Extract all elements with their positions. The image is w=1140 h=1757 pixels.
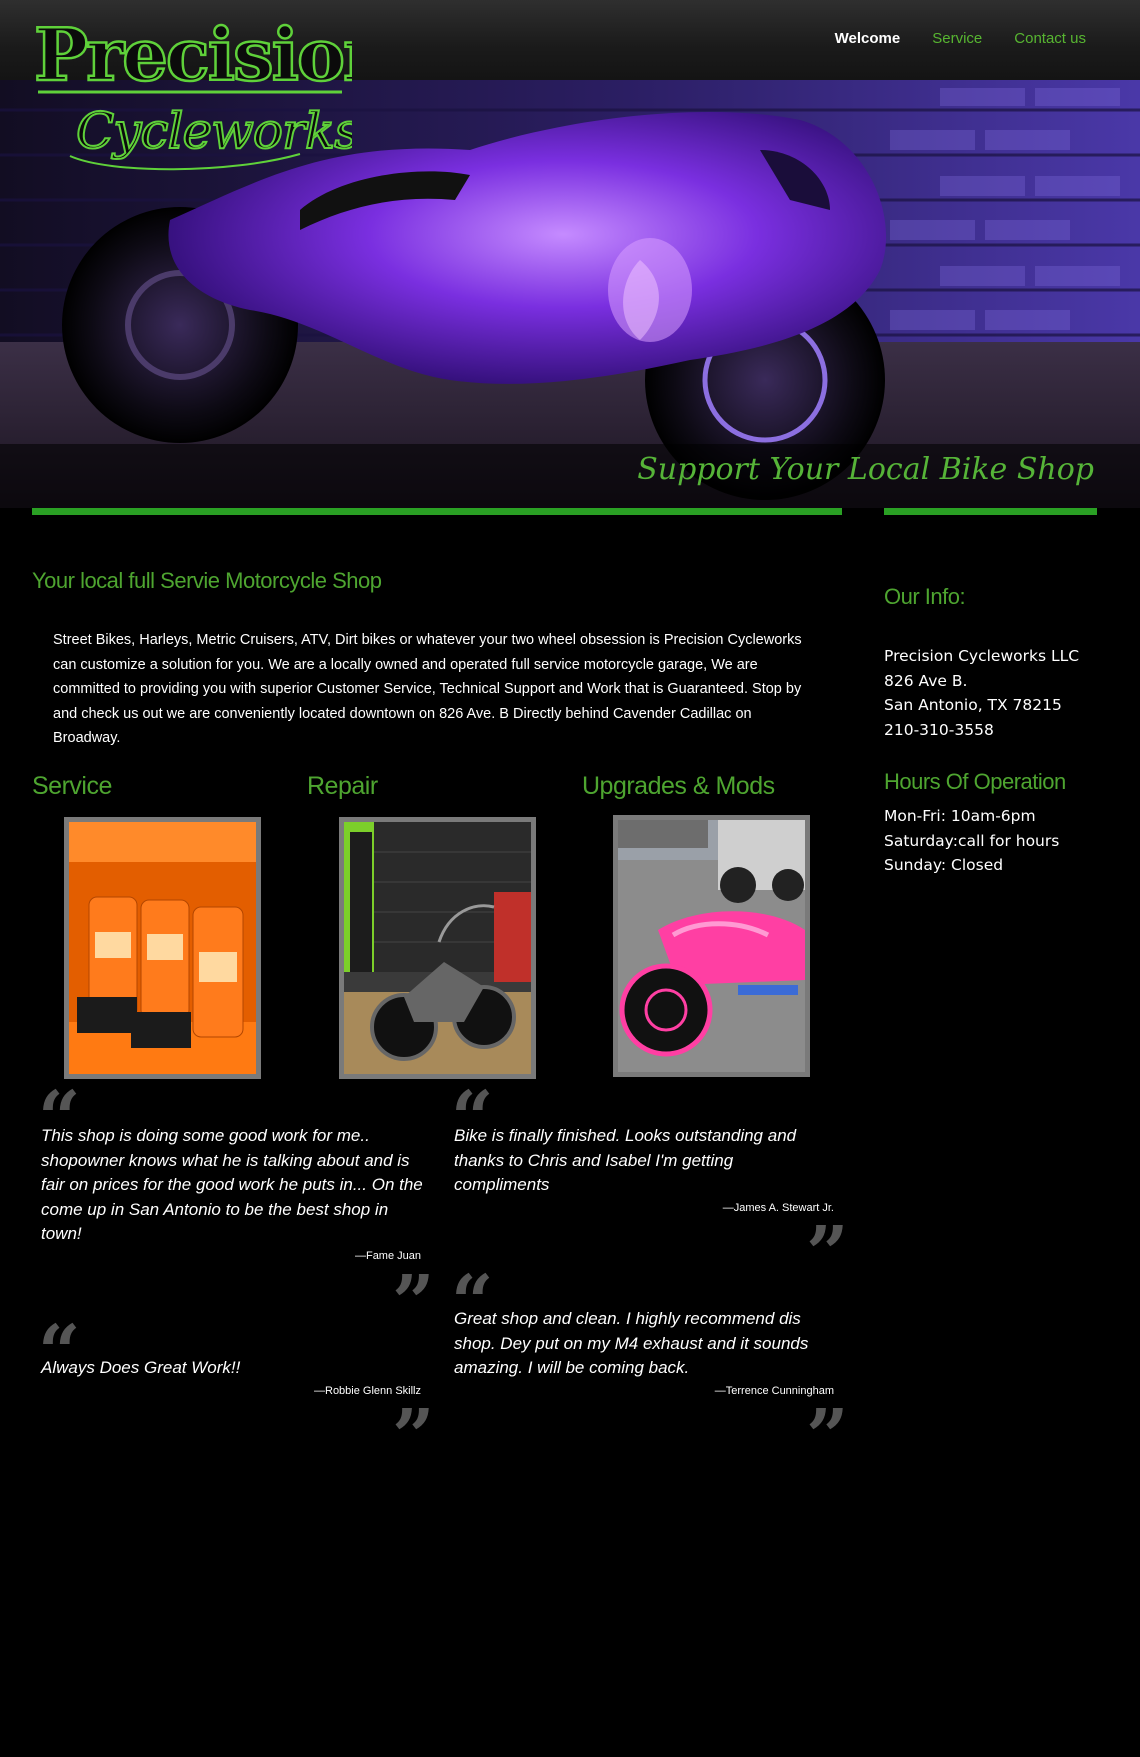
upgrades-photo[interactable] — [613, 815, 810, 1077]
svg-text:Precision: Precision — [34, 12, 352, 97]
testimonial-text: Always Does Great Work!! — [41, 1358, 241, 1377]
service-heading: Service — [32, 772, 112, 800]
hours-saturday: Saturday:call for hours — [884, 831, 1060, 850]
precision-cycleworks-logo[interactable]: Precision Cycleworks — [30, 6, 352, 181]
close-quote-icon: ” — [392, 1394, 435, 1480]
close-quote-icon: ” — [392, 1260, 435, 1346]
repair-heading: Repair — [307, 772, 378, 800]
testimonial-author: —Terrence Cunningham — [714, 1385, 834, 1397]
testimonial-text: Bike is finally finished. Looks outstand… — [454, 1126, 797, 1194]
contact-info: Precision Cycleworks LLC 826 Ave B. San … — [884, 644, 1079, 742]
main-nav: Welcome Service Contact us — [835, 30, 1086, 47]
close-quote-icon: ” — [806, 1394, 849, 1480]
hours-weekday: Mon-Fri: 10am-6pm — [884, 807, 1036, 825]
upgrades-mods-heading: Upgrades & Mods — [582, 772, 775, 800]
nav-service[interactable]: Service — [932, 30, 982, 47]
intro-paragraph: Street Bikes, Harleys, Metric Cruisers, … — [53, 632, 802, 746]
testimonial-author: —Robbie Glenn Skillz — [314, 1385, 421, 1397]
pink-motorcycle-image — [618, 820, 805, 1072]
street-address: 826 Ave B. — [884, 671, 968, 690]
business-name: Precision Cycleworks LLC — [884, 647, 1080, 665]
sidebar-divider-bar — [884, 507, 1097, 515]
service-photo[interactable] — [64, 817, 261, 1079]
hero-tagline: Support Your Local Bike Shop — [637, 452, 1094, 487]
content-divider-bar — [32, 507, 842, 515]
main-heading: Your local full Servie Motorcycle Shop — [32, 568, 382, 593]
phone-number[interactable]: 210-310-3558 — [884, 718, 1079, 743]
workshop-motorcycle-image — [344, 822, 531, 1074]
nav-contact-us[interactable]: Contact us — [1014, 30, 1086, 47]
testimonial-text: This shop is doing some good work for me… — [41, 1126, 423, 1243]
hours-list: Mon-Fri: 10am-6pm Saturday:call for hour… — [884, 804, 1059, 878]
oil-bottles-image — [69, 822, 256, 1074]
repair-photo[interactable] — [339, 817, 536, 1079]
svg-text:Cycleworks: Cycleworks — [76, 102, 352, 160]
hours-heading: Hours Of Operation — [884, 769, 1066, 794]
testimonial-text: Great shop and clean. I highly recommend… — [454, 1309, 809, 1377]
nav-welcome[interactable]: Welcome — [835, 30, 901, 47]
hours-sunday: Sunday: Closed — [884, 856, 1004, 874]
testimonial-author: —Fame Juan — [354, 1250, 421, 1262]
our-info-heading: Our Info: — [884, 584, 966, 609]
testimonial-author: —James A. Stewart Jr. — [722, 1202, 834, 1214]
city-state-zip: San Antonio, TX 78215 — [884, 696, 1062, 714]
close-quote-icon: ” — [806, 1211, 849, 1297]
